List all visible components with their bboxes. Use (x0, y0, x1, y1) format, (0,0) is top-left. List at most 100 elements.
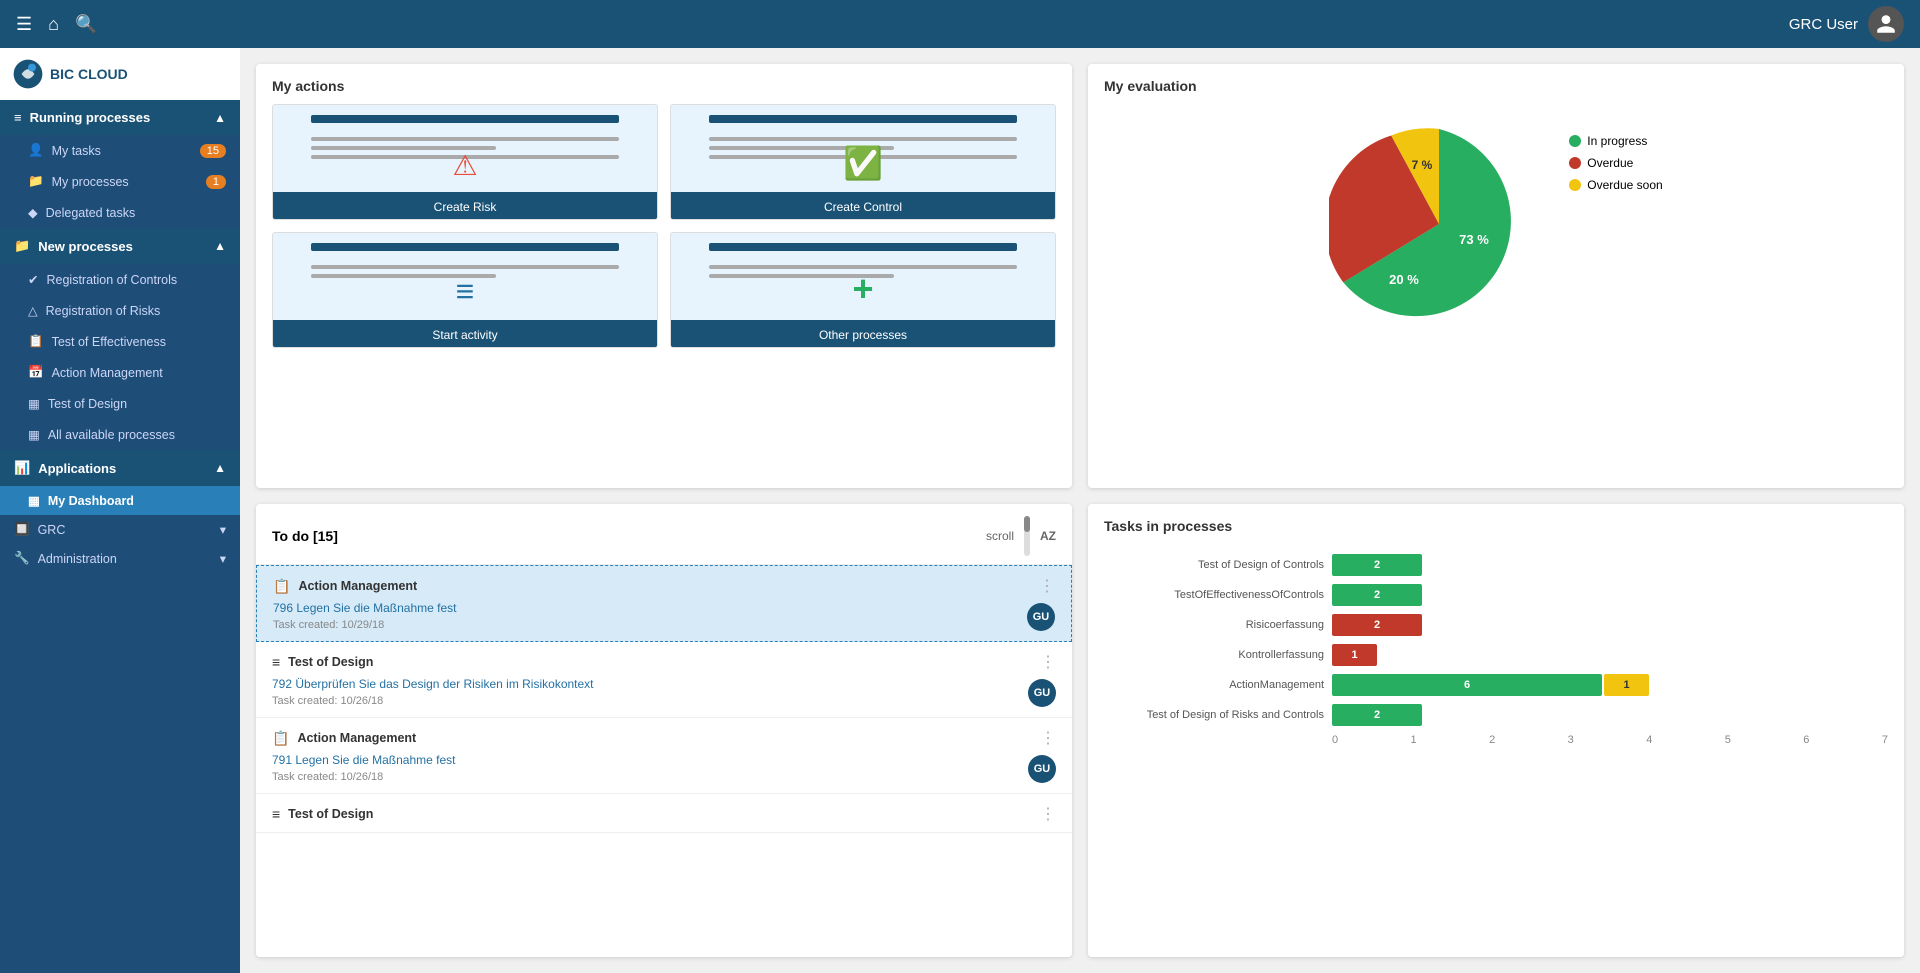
bar-green-5: 6 (1332, 674, 1602, 696)
admin-chevron: ▾ (220, 551, 226, 566)
sidebar-item-administration[interactable]: 🔧 Administration ▾ (0, 544, 240, 573)
x-3: 3 (1568, 734, 1574, 746)
todo-icon-3: 📋 (272, 730, 289, 747)
legend-overdue-soon: Overdue soon (1569, 178, 1662, 192)
todo-item-3[interactable]: 📋 Action Management ⋮ 791 Legen Sie die … (256, 718, 1072, 794)
sidebar-item-my-dashboard[interactable]: ▦ My Dashboard (0, 486, 240, 515)
todo-item-2-link[interactable]: 792 Überprüfen Sie das Design der Risike… (272, 677, 594, 691)
dashboard-icon: ▦ (28, 493, 40, 508)
bar-row-6: Test of Design of Risks and Controls 2 (1104, 704, 1888, 726)
preview-line-1 (311, 137, 618, 141)
grc-chevron: ▾ (220, 522, 226, 537)
diamond-icon: ◆ (28, 205, 38, 220)
layout: BIC CLOUD ≡ Running processes ▲ 👤 My tas… (0, 48, 1920, 973)
legend-label-in-progress: In progress (1587, 134, 1647, 148)
todo-item-2[interactable]: ≡ Test of Design ⋮ 792 Überprüfen Sie da… (256, 642, 1072, 718)
delegated-tasks-label: Delegated tasks (46, 206, 136, 220)
bar-track-6: 2 (1332, 704, 1888, 726)
sidebar-item-registration-risks[interactable]: △ Registration of Risks (0, 295, 240, 326)
bar-label-4: Kontrollerfassung (1104, 649, 1324, 661)
todo-item-3-header: 📋 Action Management ⋮ (272, 728, 1056, 748)
folder-icon: 📁 (28, 174, 44, 189)
top-nav-right: GRC User (1789, 6, 1904, 42)
pie-chart: 73 % 20 % 7 % (1329, 114, 1549, 334)
create-control-tile[interactable]: ✅ Create Control (670, 104, 1056, 220)
sidebar-item-delegated-tasks[interactable]: ◆ Delegated tasks (0, 197, 240, 228)
sidebar-item-registration-controls[interactable]: ✔ Registration of Controls (0, 264, 240, 295)
pct-20: 20 % (1389, 272, 1419, 287)
my-evaluation-title: My evaluation (1088, 64, 1904, 104)
new-processes-icon: 📁 (14, 238, 30, 254)
legend-in-progress: In progress (1569, 134, 1662, 148)
todo-item-4[interactable]: ≡ Test of Design ⋮ (256, 794, 1072, 833)
sidebar-section-running-processes[interactable]: ≡ Running processes ▲ (0, 100, 240, 135)
sidebar-section-applications[interactable]: 📊 Applications ▲ (0, 450, 240, 486)
registration-controls-label: Registration of Controls (46, 273, 177, 287)
todo-item-2-row: 792 Überprüfen Sie das Design der Risike… (272, 676, 1056, 707)
legend-dot-red (1569, 157, 1581, 169)
bar-label-3: Risicoerfassung (1104, 619, 1324, 631)
bar-label-6: Test of Design of Risks and Controls (1104, 709, 1324, 721)
bar-red-4: 1 (1332, 644, 1377, 666)
pct-7: 7 % (1412, 158, 1433, 172)
my-actions-card: My actions ⚠ Create Risk (256, 64, 1072, 488)
menu-icon[interactable]: ☰ (16, 14, 32, 35)
preview-header-2 (709, 115, 1016, 123)
sidebar-item-all-processes[interactable]: ▦ All available processes (0, 419, 240, 450)
clipboard-icon: 📋 (28, 334, 44, 349)
bar-green-1: 2 (1332, 554, 1422, 576)
home-icon[interactable]: ⌂ (48, 14, 59, 35)
sidebar-item-grc[interactable]: 🔲 GRC ▾ (0, 515, 240, 544)
sidebar-item-my-tasks[interactable]: 👤 My tasks 15 (0, 135, 240, 166)
my-actions-grid: ⚠ Create Risk ✅ (256, 104, 1072, 364)
todo-item-3-content: 791 Legen Sie die Maßnahme fest Task cre… (272, 752, 455, 783)
todo-item-3-row: 791 Legen Sie die Maßnahme fest Task cre… (272, 752, 1056, 783)
todo-item-1[interactable]: 📋 Action Management ⋮ 796 Legen Sie die … (256, 565, 1072, 642)
avatar[interactable] (1868, 6, 1904, 42)
todo-item-1-link[interactable]: 796 Legen Sie die Maßnahme fest (273, 601, 456, 615)
legend-label-overdue: Overdue (1587, 156, 1633, 170)
todo-controls: scroll AZ (986, 516, 1056, 556)
sidebar-item-my-processes[interactable]: 📁 My processes 1 (0, 166, 240, 197)
tasks-chart: Test of Design of Controls 2 TestOfEffec… (1088, 544, 1904, 762)
warning-icon: ⚠ (452, 149, 477, 182)
preview-header-3 (311, 243, 618, 251)
x-7: 7 (1882, 734, 1888, 746)
scroll-track[interactable] (1024, 516, 1030, 556)
create-risk-tile[interactable]: ⚠ Create Risk (272, 104, 658, 220)
legend-dot-yellow (1569, 179, 1581, 191)
sidebar-logo: BIC CLOUD (0, 48, 240, 100)
todo-item-3-avatar: GU (1028, 755, 1056, 783)
search-icon[interactable]: 🔍 (75, 14, 97, 35)
create-control-label: Create Control (671, 195, 1055, 219)
todo-item-4-menu[interactable]: ⋮ (1040, 804, 1056, 824)
sidebar-item-test-effectiveness[interactable]: 📋 Test of Effectiveness (0, 326, 240, 357)
sidebar-section-new-processes[interactable]: 📁 New processes ▲ (0, 228, 240, 264)
chart-icon: 📊 (14, 460, 30, 476)
sidebar-item-action-management[interactable]: 📅 Action Management (0, 357, 240, 388)
new-processes-chevron: ▲ (214, 239, 226, 253)
todo-item-1-date: Task created: 10/29/18 (273, 619, 456, 631)
bar-label-5: ActionManagement (1104, 679, 1324, 691)
start-activity-tile[interactable]: ≡ Start activity (272, 232, 658, 348)
tasks-in-processes-card: Tasks in processes Test of Design of Con… (1088, 504, 1904, 957)
start-activity-preview: ≡ (273, 233, 657, 323)
check-circle-icon: ✅ (843, 144, 883, 182)
other-processes-tile[interactable]: + Other processes (670, 232, 1056, 348)
new-processes-label: New processes (38, 239, 133, 254)
todo-item-2-menu[interactable]: ⋮ (1040, 652, 1056, 672)
sidebar: BIC CLOUD ≡ Running processes ▲ 👤 My tas… (0, 48, 240, 973)
x-2: 2 (1489, 734, 1495, 746)
administration-label: Administration (38, 552, 117, 566)
sort-az[interactable]: AZ (1040, 529, 1056, 543)
x-6: 6 (1803, 734, 1809, 746)
create-risk-label: Create Risk (273, 195, 657, 219)
x-axis: 0 1 2 3 4 5 6 7 (1104, 734, 1888, 746)
other-processes-label: Other processes (671, 323, 1055, 347)
todo-item-1-menu[interactable]: ⋮ (1039, 576, 1055, 596)
sidebar-item-test-design[interactable]: ▦ Test of Design (0, 388, 240, 419)
todo-item-3-link[interactable]: 791 Legen Sie die Maßnahme fest (272, 753, 455, 767)
todo-item-3-menu[interactable]: ⋮ (1040, 728, 1056, 748)
tasks-in-processes-title: Tasks in processes (1088, 504, 1904, 544)
scroll-label: scroll (986, 529, 1014, 543)
